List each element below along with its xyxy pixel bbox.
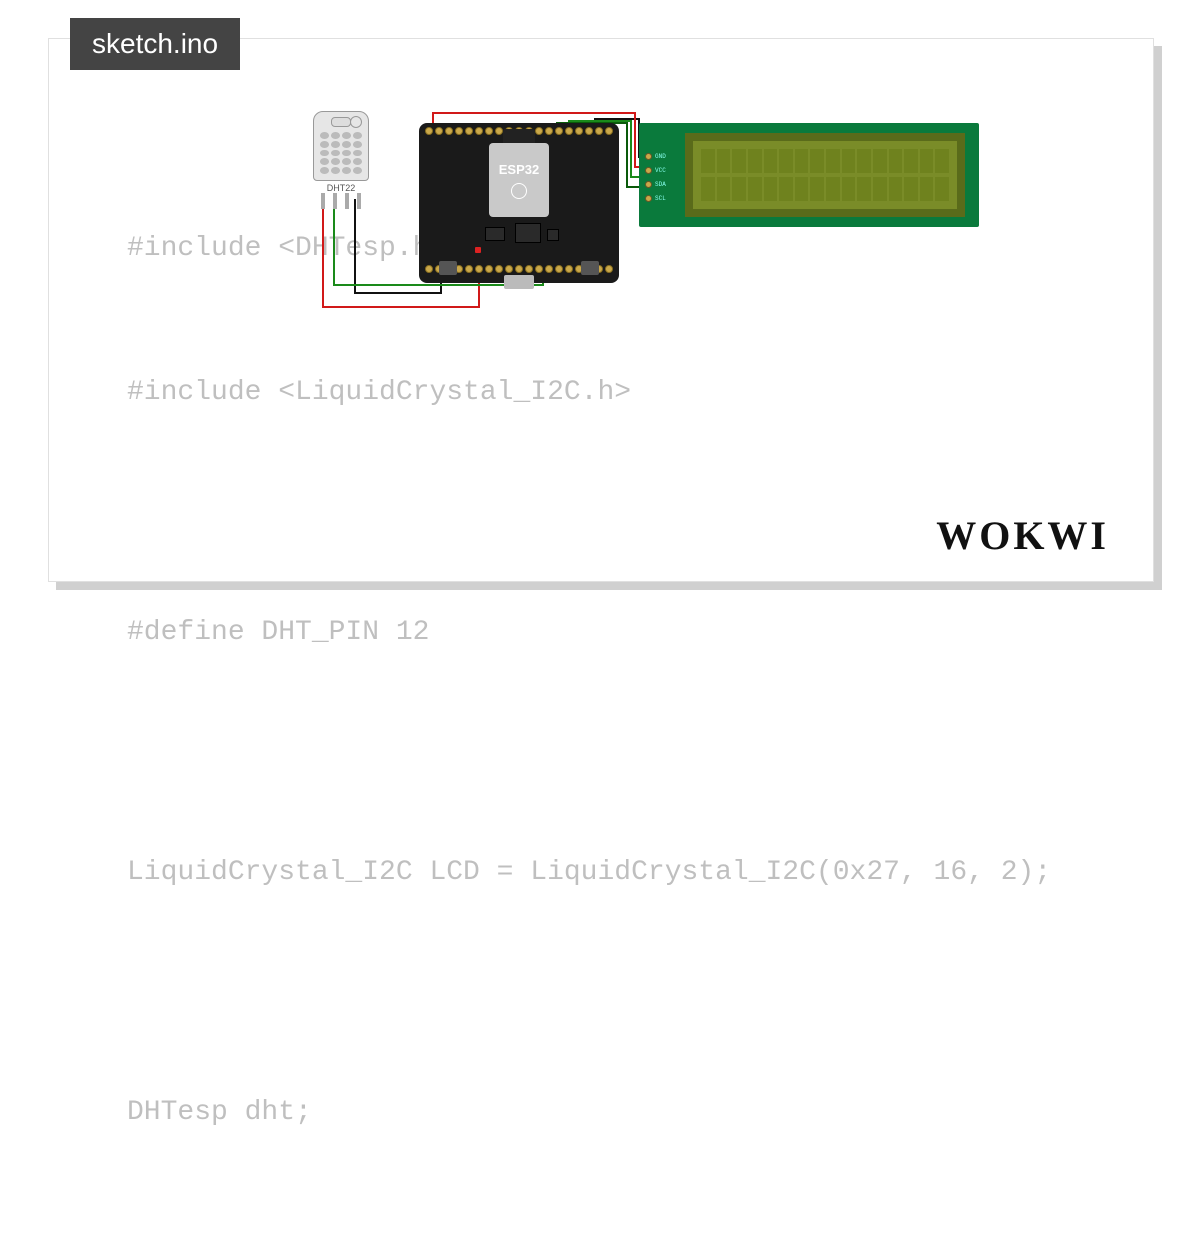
lcd-screen-bezel: [685, 133, 965, 217]
wokwi-logo: WOKWI: [936, 512, 1109, 559]
esp32-antenna-icon: [503, 129, 535, 143]
file-tab[interactable]: sketch.ino: [70, 18, 240, 70]
lcd-pin-label: SCL: [655, 195, 666, 202]
esp32-boot-button[interactable]: [439, 261, 457, 275]
dht22-sensor[interactable]: DHT22: [309, 111, 373, 211]
dht22-body: [313, 111, 369, 181]
esp32-label: ESP32: [499, 162, 539, 177]
project-card: #include <DHTesp.h> #include <LiquidCrys…: [48, 38, 1154, 582]
dht22-label: DHT22: [309, 183, 373, 193]
espressif-logo-icon: [511, 183, 527, 199]
lcd-i2c-pins: GND VCC SDA SCL: [645, 153, 666, 202]
dht22-slot: [331, 117, 351, 127]
code-line: DHTesp dht;: [127, 1089, 1051, 1137]
esp32-usb-port-icon: [504, 275, 534, 289]
code-line: LiquidCrystal_I2C LCD = LiquidCrystal_I2…: [127, 849, 1051, 897]
lcd-pin-label: GND: [655, 153, 666, 160]
lcd-pin-label: SDA: [655, 181, 666, 188]
code-line: #include <LiquidCrystal_I2C.h>: [127, 369, 1051, 417]
dht22-grille-icon: [320, 132, 362, 174]
circuit-diagram: DHT22 ESP32: [299, 111, 999, 331]
lcd-pin-label: VCC: [655, 167, 666, 174]
esp32-components: [475, 223, 565, 263]
esp32-shield: ESP32: [489, 143, 549, 217]
file-tab-label: sketch.ino: [92, 28, 218, 59]
dht22-pins: [313, 193, 369, 209]
lcd-1602-module[interactable]: GND VCC SDA SCL: [639, 123, 979, 227]
code-line: #define DHT_PIN 12: [127, 609, 1051, 657]
lcd-display-area: [693, 141, 957, 209]
esp32-board[interactable]: ESP32: [419, 123, 619, 283]
esp32-en-button[interactable]: [581, 261, 599, 275]
dht22-sensor-window: [350, 116, 362, 128]
lcd-row-1: [701, 177, 949, 201]
lcd-row-0: [701, 149, 949, 173]
